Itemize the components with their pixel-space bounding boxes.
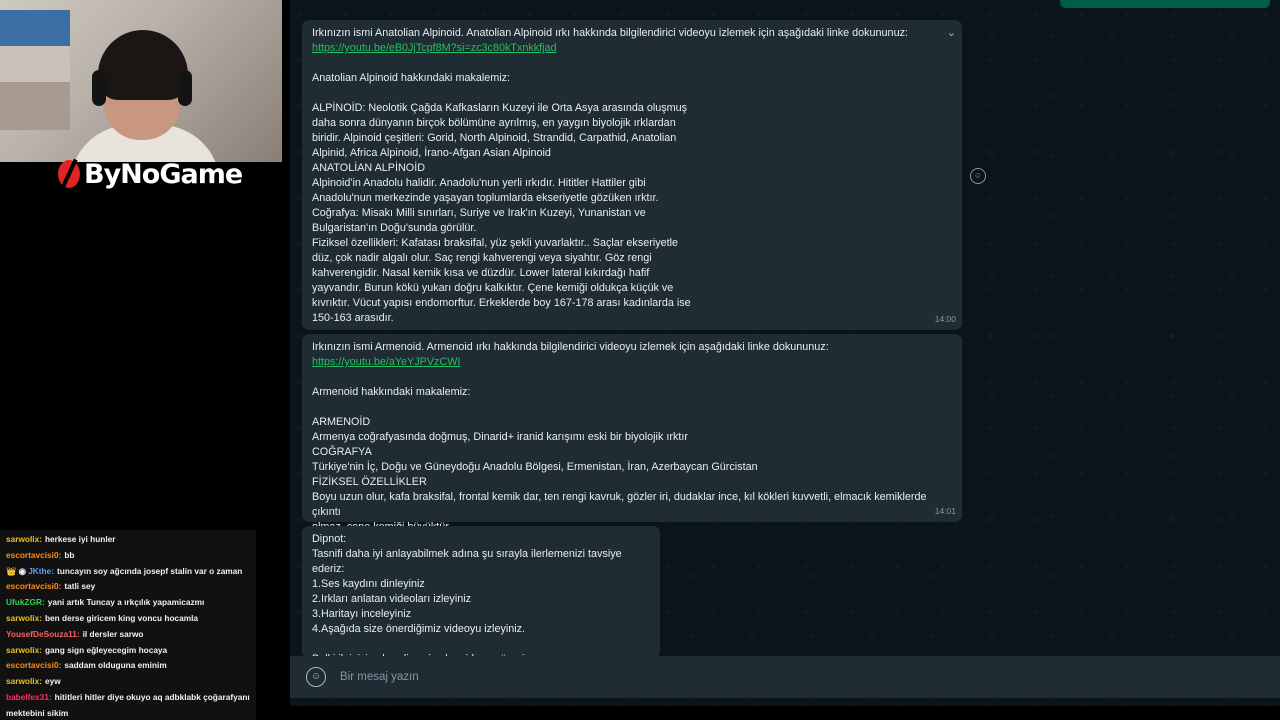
message-composer: ☺ bbox=[290, 656, 1280, 698]
chat-message: bb bbox=[64, 549, 75, 560]
message-input[interactable] bbox=[338, 670, 1242, 684]
chat-line: babelfex31: hititleri hitler diye okuyo a… bbox=[6, 690, 250, 706]
message-intro: Irkınızın ismi Armenoid. Armenoid ırkı h… bbox=[312, 341, 829, 353]
chat-line: YousefDeSouza11: il dersler sarwo bbox=[6, 627, 250, 643]
message-heading: Anatolian Alpinoid hakkındaki makalemiz: bbox=[312, 72, 511, 84]
chat-line: escortavcisi0: saddam olduguna eminim bbox=[6, 658, 250, 674]
chat-message: tuncayın soy ağcında josepf stalin var o… bbox=[57, 565, 243, 576]
chat-message: saddam olduguna eminim bbox=[64, 660, 167, 671]
chat-line: sarwolix: herkese iyi hunler bbox=[6, 532, 250, 548]
chat-username[interactable]: YousefDeSouza11: bbox=[6, 629, 80, 639]
webcam-overlay bbox=[0, 0, 282, 162]
chat-message: ben derse giricem king voncu hocamla bbox=[44, 612, 199, 623]
emoji-icon[interactable]: ☺ bbox=[306, 667, 326, 687]
brand-logo: ByNoGame bbox=[58, 158, 243, 190]
headphone-icon bbox=[92, 70, 106, 106]
emoji-reaction-icon[interactable]: ☺ bbox=[970, 168, 986, 184]
message-bubble[interactable]: Dipnot: Tasnifi daha iyi anlayabilmek ad… bbox=[302, 526, 660, 658]
message-bubble[interactable]: ⌄ Irkınızın ismi Anatolian Alpinoid. Ana… bbox=[302, 20, 962, 330]
chat-username[interactable]: sarwolix: bbox=[6, 534, 42, 544]
webcam-person-hair bbox=[98, 30, 188, 100]
chat-message: hititleri hitler diye okuyo aq adbklabk … bbox=[54, 691, 250, 702]
chevron-down-icon[interactable]: ⌄ bbox=[947, 26, 956, 41]
chat-line: sarwolix: ben derse giricem king voncu ho… bbox=[6, 611, 250, 627]
brand-logo-icon bbox=[58, 160, 80, 188]
outgoing-message-fragment bbox=[1060, 0, 1270, 8]
chat-message: gang sign eğleyecegim hocaya bbox=[44, 644, 168, 655]
message-time: 14:01 bbox=[934, 506, 956, 516]
chat-username[interactable]: sarwolix: bbox=[6, 645, 42, 655]
chat-line: UfukZGR: yani artık Tuncay a ırkçılık yap… bbox=[6, 595, 250, 611]
chat-line: sarwolix: eyw bbox=[6, 674, 250, 690]
chat-message: yani artık Tuncay a ırkçılık yapamicazmı bbox=[47, 597, 205, 608]
chat-username[interactable]: babelfex31: bbox=[6, 692, 52, 702]
chat-message: tatli sey bbox=[64, 581, 96, 592]
conversation-panel: ⌄ Irkınızın ismi Anatolian Alpinoid. Ana… bbox=[290, 0, 1280, 706]
chat-username[interactable]: escortavcisi0: bbox=[6, 550, 61, 560]
message-bubble[interactable]: Irkınızın ismi Armenoid. Armenoid ırkı h… bbox=[302, 334, 962, 533]
message-link[interactable]: https://youtu.be/eB0JjTcpf8M?si=zc3c80kT… bbox=[312, 42, 557, 54]
chat-username[interactable]: JKthe: bbox=[28, 566, 54, 576]
chat-message: mektebini sikim bbox=[6, 707, 69, 718]
chat-line: escortavcisi0: tatli sey bbox=[6, 579, 250, 595]
message-time: 14:00 bbox=[934, 314, 956, 324]
message-link[interactable]: https://youtu.be/aYeYJPVzCWI bbox=[312, 356, 460, 368]
message-body: Dipnot: Tasnifi daha iyi anlayabilmek ad… bbox=[312, 533, 622, 658]
chat-message: herkese iyi hunler bbox=[44, 534, 116, 544]
chat-username[interactable]: escortavcisi0: bbox=[6, 581, 61, 591]
chat-username[interactable]: sarwolix: bbox=[6, 613, 42, 623]
chat-username[interactable]: UfukZGR: bbox=[6, 597, 45, 607]
message-intro: Irkınızın ismi Anatolian Alpinoid. Anato… bbox=[312, 27, 908, 39]
message-heading: Armenoid hakkındaki makalemiz: bbox=[312, 386, 471, 398]
message-body: ARMENOİD Armenya coğrafyasında doğmuş, D… bbox=[312, 416, 927, 533]
chat-line: 👑 ◉ JKthe: tuncayın soy ağcında josepf st… bbox=[6, 564, 250, 580]
chat-line: sarwolix: gang sign eğleyecegim hocaya bbox=[6, 643, 250, 659]
chat-username[interactable]: escortavcisi0: bbox=[6, 660, 61, 670]
chat-message: eyw bbox=[44, 676, 61, 687]
webcam-background-shelf bbox=[0, 10, 70, 130]
chat-line: mektebini sikim bbox=[6, 706, 250, 720]
chat-username[interactable]: sarwolix: bbox=[6, 676, 42, 686]
chat-line: escortavcisi0: bb bbox=[6, 548, 250, 564]
crown-badge-icon: 👑 ◉ bbox=[6, 565, 29, 576]
headphone-icon bbox=[178, 70, 192, 106]
brand-name: ByNoGame bbox=[84, 158, 243, 190]
chat-message: il dersler sarwo bbox=[82, 628, 144, 639]
stream-chat: sarwolix: herkese iyi hunler escortavcisi0… bbox=[0, 530, 256, 720]
message-body: ALPİNOİD: Neolotik Çağda Kafkasların Kuz… bbox=[312, 102, 691, 324]
